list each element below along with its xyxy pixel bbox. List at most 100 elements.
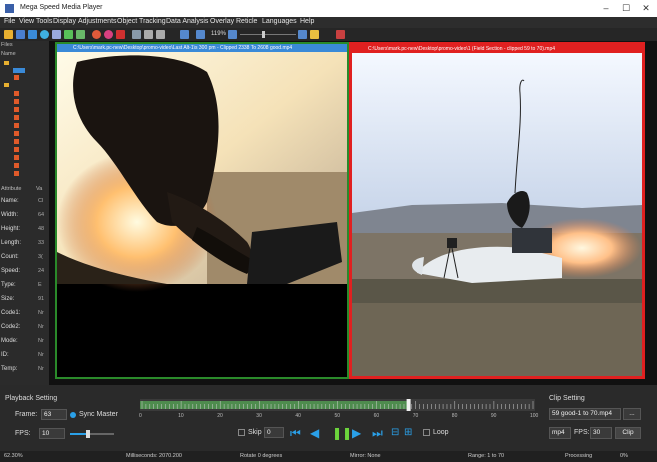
timeline-tick-label: 60 bbox=[373, 413, 380, 419]
menu-overlay[interactable]: Overlay bbox=[210, 18, 234, 25]
circle-icon[interactable] bbox=[104, 30, 113, 39]
timeline[interactable] bbox=[140, 399, 535, 411]
arrow-left-icon[interactable] bbox=[76, 30, 85, 39]
skip-to-start-icon[interactable]: ⏮ bbox=[290, 427, 301, 439]
clip-button[interactable]: Clip bbox=[615, 427, 641, 439]
menu-tools[interactable]: Tools bbox=[36, 18, 52, 25]
sync-master-radio[interactable] bbox=[70, 412, 76, 418]
format-select[interactable]: mp4 bbox=[549, 427, 571, 439]
clip-name-input[interactable]: 59 good-1 to 70.mp4 bbox=[549, 408, 621, 420]
skip-input[interactable]: 0 bbox=[264, 427, 284, 438]
prop-width-label: Width: bbox=[1, 212, 19, 218]
file-icon[interactable] bbox=[14, 123, 19, 128]
menu-adjustments[interactable]: Adjustments bbox=[78, 18, 117, 25]
clip-fps-input[interactable]: 30 bbox=[590, 427, 612, 439]
video-frame-right bbox=[352, 53, 642, 376]
selected-file[interactable] bbox=[13, 68, 25, 73]
file-icon[interactable] bbox=[14, 147, 19, 152]
prop-name-value: Cl bbox=[38, 198, 44, 204]
timeline-tick-label: 20 bbox=[217, 413, 223, 419]
triangle-icon[interactable] bbox=[64, 30, 73, 39]
zoom-slider-thumb[interactable] bbox=[262, 31, 265, 38]
zoom-slider-track[interactable] bbox=[240, 34, 296, 35]
file-icon[interactable] bbox=[14, 99, 19, 104]
frame-input[interactable]: 63 bbox=[41, 409, 67, 420]
frame-label: Frame: bbox=[15, 411, 38, 418]
menu-data-analysis[interactable]: Data Analysis bbox=[166, 18, 208, 25]
cursor-icon[interactable] bbox=[310, 30, 319, 39]
minimize-button[interactable]: – bbox=[596, 2, 616, 15]
color-wheel-icon[interactable] bbox=[92, 30, 101, 39]
play-icon[interactable]: ▶ bbox=[352, 427, 361, 439]
video-window-left[interactable]: C:\Users\mark.pc-new\Desktop\promo-video… bbox=[55, 42, 349, 379]
file-icon[interactable] bbox=[14, 139, 19, 144]
file-icon[interactable] bbox=[14, 131, 19, 136]
less-than-icon[interactable] bbox=[144, 30, 153, 39]
zoom-out-icon[interactable] bbox=[228, 30, 237, 39]
folder-icon[interactable] bbox=[4, 61, 9, 65]
fps-slider-thumb[interactable] bbox=[86, 430, 90, 438]
prop-count-label: Count: bbox=[1, 254, 19, 260]
menu-view[interactable]: View bbox=[19, 18, 34, 25]
status-rotate: Rotate 0 degrees bbox=[240, 453, 283, 459]
record-icon[interactable] bbox=[336, 30, 345, 39]
fit-icon[interactable] bbox=[180, 30, 189, 39]
attributes-tab[interactable]: Attribute bbox=[1, 186, 21, 192]
bars-icon[interactable] bbox=[116, 30, 125, 39]
video-window-right[interactable]: C:\Users\mark.pc-new\Desktop\promo-video… bbox=[349, 42, 645, 379]
menu-display[interactable]: Display bbox=[53, 18, 76, 25]
save-icon[interactable] bbox=[16, 30, 25, 39]
close-button[interactable]: ✕ bbox=[636, 2, 656, 15]
prop-code2-value: Nr bbox=[38, 324, 44, 330]
file-icon[interactable] bbox=[14, 91, 19, 96]
window-icon[interactable] bbox=[28, 30, 37, 39]
menu-languages[interactable]: Languages bbox=[262, 18, 297, 25]
browse-button[interactable]: ... bbox=[623, 408, 641, 420]
skip-to-end-icon[interactable]: ⏭ bbox=[372, 427, 383, 439]
video-workspace: C:\Users\mark.pc-new\Desktop\promo-video… bbox=[49, 41, 657, 385]
timeline-tick-label: 90 bbox=[490, 413, 497, 419]
zoom-icon[interactable] bbox=[196, 30, 205, 39]
file-icon[interactable] bbox=[14, 75, 19, 80]
prop-id-value: Nr bbox=[38, 352, 44, 358]
pause-icon[interactable]: ❚❚ bbox=[332, 427, 352, 439]
skip-checkbox[interactable] bbox=[238, 429, 245, 436]
globe-icon[interactable] bbox=[40, 30, 49, 39]
files-tab[interactable]: Files bbox=[1, 42, 13, 48]
file-icon[interactable] bbox=[14, 163, 19, 168]
folder-icon[interactable] bbox=[4, 83, 9, 87]
maximize-button[interactable]: ☐ bbox=[616, 2, 636, 15]
status-mirror: Mirror: None bbox=[350, 453, 381, 459]
zoom-level: 119% bbox=[211, 31, 226, 37]
prop-code2-label: Code2: bbox=[1, 324, 21, 330]
menu-help[interactable]: Help bbox=[300, 18, 314, 25]
menu-object-tracking[interactable]: Object Tracking bbox=[117, 18, 166, 25]
loop-checkbox[interactable] bbox=[423, 429, 430, 436]
prop-width-value: 64 bbox=[38, 212, 45, 218]
refresh-icon[interactable] bbox=[52, 30, 61, 39]
prop-type-value: E bbox=[38, 282, 42, 288]
fps-input[interactable]: 10 bbox=[39, 428, 65, 439]
file-icon[interactable] bbox=[14, 155, 19, 160]
cut-icon[interactable] bbox=[132, 30, 141, 39]
fps-label: FPS: bbox=[15, 430, 31, 437]
video-caption-right: C:\Users\mark.pc-new\Desktop\promo-video… bbox=[352, 45, 642, 53]
prop-code1-value: Nr bbox=[38, 310, 44, 316]
menu-file[interactable]: File bbox=[4, 18, 15, 25]
timeline-tick-label: 0 bbox=[139, 413, 142, 419]
window-title: Mega Speed Media Player bbox=[20, 4, 103, 11]
prop-id-label: ID: bbox=[1, 352, 9, 358]
greater-than-icon[interactable] bbox=[156, 30, 165, 39]
prop-size-label: Size: bbox=[1, 296, 15, 302]
step-back-icon[interactable]: ◀ bbox=[310, 427, 319, 439]
plus-icon[interactable]: ⊞ bbox=[404, 427, 412, 439]
minus-icon[interactable]: ⊟ bbox=[391, 427, 399, 439]
file-icon[interactable] bbox=[14, 115, 19, 120]
zoom-in-icon[interactable] bbox=[298, 30, 307, 39]
menu-reticle[interactable]: Reticle bbox=[236, 18, 257, 25]
file-icon[interactable] bbox=[14, 171, 19, 176]
open-folder-icon[interactable] bbox=[4, 30, 13, 39]
file-icon[interactable] bbox=[14, 107, 19, 112]
prop-height-label: Height: bbox=[1, 226, 21, 232]
value-column: Va bbox=[36, 186, 43, 192]
